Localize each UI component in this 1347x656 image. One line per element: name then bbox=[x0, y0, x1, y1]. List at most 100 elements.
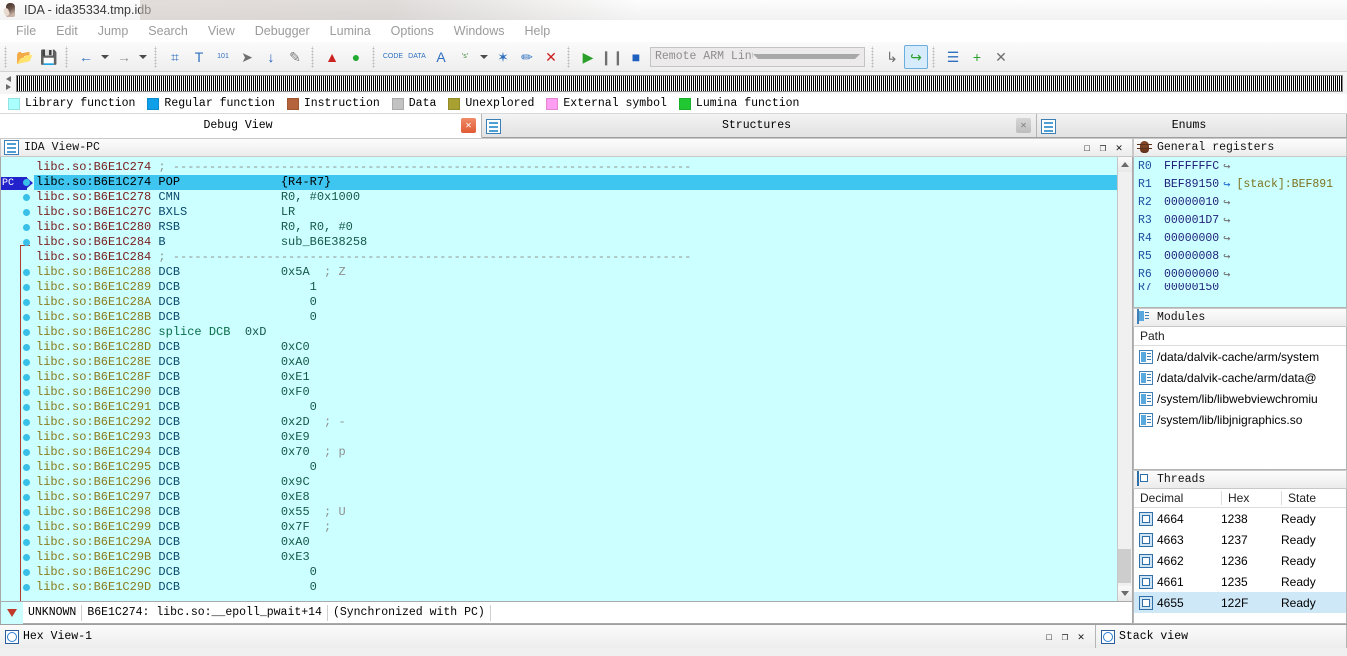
open-file-button[interactable]: 📂 bbox=[13, 45, 37, 69]
delete-button[interactable]: ✕ bbox=[539, 45, 563, 69]
run-to-button[interactable]: ● bbox=[344, 45, 368, 69]
tab-structures[interactable]: Structures ✕ bbox=[482, 114, 1037, 137]
disassembly-line[interactable]: libc.so:B6E1C296 DCB 0x9C bbox=[34, 475, 1117, 490]
toolbar-grip[interactable] bbox=[64, 45, 71, 68]
register-jump-arrow-icon[interactable]: ↪ bbox=[1223, 231, 1230, 246]
disassembly-line[interactable]: libc.so:B6E1C291 DCB 0 bbox=[34, 400, 1117, 415]
disassembly-line[interactable]: libc.so:B6E1C280 RSB R0, R0, #0 bbox=[34, 220, 1117, 235]
disassembly-line[interactable]: libc.so:B6E1C28B DCB 0 bbox=[34, 310, 1117, 325]
disassembly-line[interactable]: libc.so:B6E1C284 B sub_B6E38258 bbox=[34, 235, 1117, 250]
maximize-button[interactable]: ☐ bbox=[1041, 630, 1057, 644]
back-button[interactable]: ← bbox=[74, 45, 98, 69]
menu-item-search[interactable]: Search bbox=[138, 22, 198, 40]
tab-enums[interactable]: Enums bbox=[1037, 114, 1347, 137]
toolbar-grip[interactable] bbox=[566, 45, 573, 68]
menu-item-lumina[interactable]: Lumina bbox=[320, 22, 381, 40]
step-over-button[interactable]: ↪ bbox=[904, 44, 928, 69]
add-breakpoint-button[interactable]: + bbox=[965, 45, 989, 69]
delete-breakpoint-button[interactable]: ✕ bbox=[989, 45, 1013, 69]
module-row[interactable]: /data/dalvik-cache/arm/system bbox=[1134, 346, 1346, 367]
make-string-button[interactable]: 's' bbox=[453, 45, 477, 69]
disassembly-line[interactable]: libc.so:B6E1C28A DCB 0 bbox=[34, 295, 1117, 310]
breakpoint-list-button[interactable]: ☰ bbox=[941, 45, 965, 69]
disassembly-line[interactable]: libc.so:B6E1C28D DCB 0xC0 bbox=[34, 340, 1117, 355]
module-row[interactable]: /system/lib/libwebviewchromiu bbox=[1134, 388, 1346, 409]
undefine-button[interactable]: ✎ bbox=[283, 45, 307, 69]
disassembly-line[interactable]: libc.so:B6E1C274 ; ---------------------… bbox=[34, 160, 1117, 175]
toolbar-grip[interactable] bbox=[310, 45, 317, 68]
thread-row[interactable]: 4664 1238 Ready bbox=[1134, 508, 1346, 529]
scroll-up-button[interactable] bbox=[1118, 157, 1132, 172]
register-row[interactable]: R3 000001D7 ↪ bbox=[1134, 211, 1346, 229]
disassembly-scrollbar[interactable] bbox=[1117, 157, 1132, 601]
restore-button[interactable]: ❐ bbox=[1095, 141, 1111, 155]
disassembly-line[interactable]: libc.so:B6E1C28F DCB 0xE1 bbox=[34, 370, 1117, 385]
save-file-button[interactable]: 💾 bbox=[37, 45, 61, 69]
scroll-down-button[interactable] bbox=[1118, 586, 1132, 601]
thread-row[interactable]: 4663 1237 Ready bbox=[1134, 529, 1346, 550]
register-row[interactable]: R6 00000000 ↪ bbox=[1134, 265, 1346, 283]
column-header-path[interactable]: Path bbox=[1134, 329, 1165, 343]
menu-item-options[interactable]: Options bbox=[381, 22, 444, 40]
disassembly-line[interactable]: libc.so:B6E1C28C splice DCB 0xD bbox=[34, 325, 1117, 340]
disassembly-line[interactable]: libc.so:B6E1C27C BXLS LR bbox=[34, 205, 1117, 220]
column-header-decimal[interactable]: Decimal bbox=[1134, 491, 1222, 505]
disassembly-line[interactable]: libc.so:B6E1C289 DCB 1 bbox=[34, 280, 1117, 295]
register-jump-arrow-icon[interactable]: ↪ bbox=[1223, 195, 1230, 210]
menu-item-windows[interactable]: Windows bbox=[444, 22, 515, 40]
register-row[interactable]: R0 FFFFFFFC ↪ bbox=[1134, 157, 1346, 175]
toolbar-grip[interactable] bbox=[153, 45, 160, 68]
search-hex-button[interactable]: ⌗ bbox=[163, 45, 187, 69]
maximize-button[interactable]: ☐ bbox=[1079, 141, 1095, 155]
disassembly-line[interactable]: libc.so:B6E1C293 DCB 0xE9 bbox=[34, 430, 1117, 445]
restore-button[interactable]: ❐ bbox=[1057, 630, 1073, 644]
column-header-hex[interactable]: Hex bbox=[1222, 491, 1282, 505]
close-button[interactable]: ✕ bbox=[1111, 141, 1127, 155]
scrollbar-thumb[interactable] bbox=[1118, 549, 1131, 583]
menu-item-file[interactable]: File bbox=[6, 22, 46, 40]
stop-button[interactable]: ■ bbox=[624, 45, 648, 69]
toolbar-grip[interactable] bbox=[931, 45, 938, 68]
register-jump-arrow-icon[interactable]: ↪ bbox=[1223, 267, 1230, 282]
make-unknown-button[interactable]: ✏ bbox=[515, 45, 539, 69]
warning-button[interactable]: ▲ bbox=[320, 45, 344, 69]
disassembly-line[interactable]: libc.so:B6E1C295 DCB 0 bbox=[34, 460, 1117, 475]
chevron-down-icon[interactable] bbox=[752, 54, 860, 59]
register-row[interactable]: R5 00000008 ↪ bbox=[1134, 247, 1346, 265]
tab-close-button[interactable]: ✕ bbox=[1016, 118, 1031, 133]
make-data-button[interactable]: DATA bbox=[405, 45, 429, 69]
disassembly-line[interactable]: libc.so:B6E1C29B DCB 0xE3 bbox=[34, 550, 1117, 565]
module-row[interactable]: /system/lib/libjnigraphics.so bbox=[1134, 409, 1346, 430]
search-text-button[interactable]: T bbox=[187, 45, 211, 69]
tab-close-button[interactable]: ✕ bbox=[461, 118, 476, 133]
disassembly-line[interactable]: libc.so:B6E1C29A DCB 0xA0 bbox=[34, 535, 1117, 550]
forward-dropdown[interactable] bbox=[139, 54, 147, 59]
make-string-dropdown[interactable] bbox=[480, 54, 488, 59]
register-row[interactable]: R1 BEF89150 ↪ [stack]:BEF891 bbox=[1134, 175, 1346, 193]
threads-list[interactable]: Decimal Hex State 4664 1238 Ready 4663 1237 Read… bbox=[1133, 489, 1347, 624]
menu-item-help[interactable]: Help bbox=[514, 22, 560, 40]
disassembly-line[interactable]: libc.so:B6E1C290 DCB 0xF0 bbox=[34, 385, 1117, 400]
modules-list[interactable]: Path/data/dalvik-cache/arm/system/data/d… bbox=[1133, 327, 1347, 470]
register-row[interactable]: R4 00000000 ↪ bbox=[1134, 229, 1346, 247]
disassembly-line[interactable]: libc.so:B6E1C278 CMN R0, #0x1000 bbox=[34, 190, 1117, 205]
disassembly-line[interactable]: libc.so:B6E1C28E DCB 0xA0 bbox=[34, 355, 1117, 370]
thread-row[interactable]: 4662 1236 Ready bbox=[1134, 550, 1346, 571]
search-immediate-button[interactable]: 101 bbox=[211, 45, 235, 69]
toolbar-grip[interactable] bbox=[870, 45, 877, 68]
register-jump-arrow-icon[interactable]: ↪ bbox=[1223, 177, 1230, 192]
debugger-select[interactable]: Remote ARM Linux/Android debugger bbox=[650, 46, 865, 67]
bottom-tab-stack-view[interactable]: Stack view bbox=[1096, 625, 1347, 648]
tab-debug-view[interactable]: Debug View ✕ bbox=[0, 114, 482, 138]
disassembly-line[interactable]: libc.so:B6E1C29C DCB 0 bbox=[34, 565, 1117, 580]
run-button[interactable]: ▶ bbox=[576, 45, 600, 69]
back-dropdown[interactable] bbox=[101, 54, 109, 59]
register-jump-arrow-icon[interactable]: ↪ bbox=[1223, 249, 1230, 264]
register-row[interactable]: R2 00000010 ↪ bbox=[1134, 193, 1346, 211]
disassembly-line[interactable]: libc.so:B6E1C299 DCB 0x7F ; bbox=[34, 520, 1117, 535]
jump-down-button[interactable]: ↓ bbox=[259, 45, 283, 69]
disassembly-line[interactable]: libc.so:B6E1C292 DCB 0x2D ; - bbox=[34, 415, 1117, 430]
disassembly-line[interactable]: libc.so:B6E1C298 DCB 0x55 ; U bbox=[34, 505, 1117, 520]
navband-scroll-arrows[interactable] bbox=[0, 72, 16, 94]
search-next-button[interactable]: ➤ bbox=[235, 45, 259, 69]
